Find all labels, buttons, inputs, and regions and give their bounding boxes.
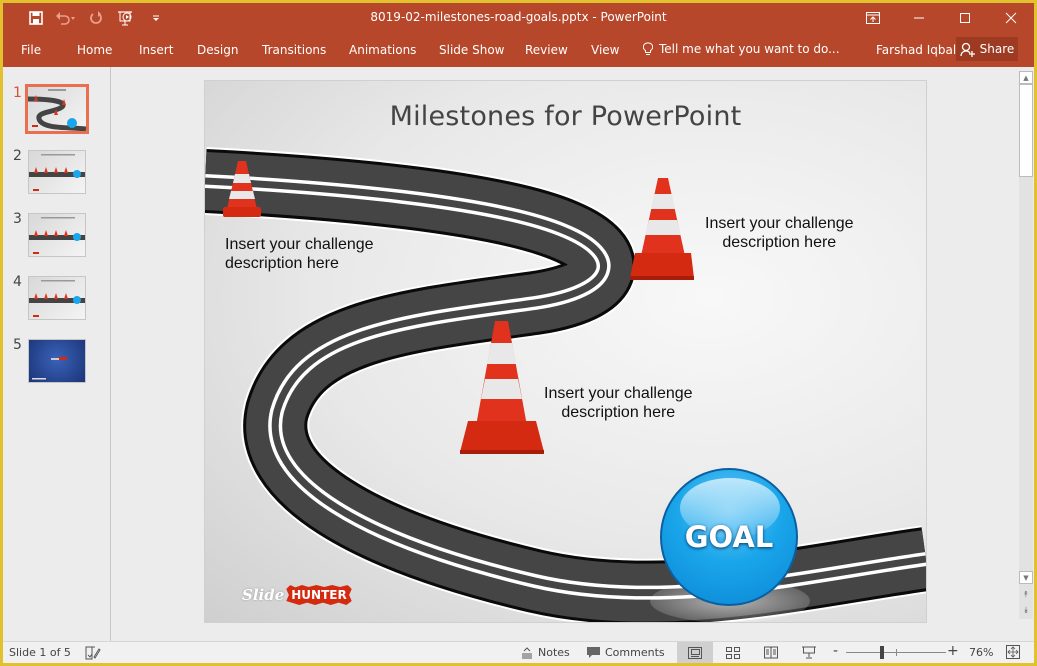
- caption-line: Insert your challenge: [705, 215, 854, 232]
- caption-line: description here: [225, 255, 339, 272]
- slide-editing-area: Milestones for PowerPoint Insert your ch…: [112, 67, 1017, 641]
- slide-thumbnails-pane: 1 2 3 4 5: [3, 67, 111, 641]
- caption-line: description here: [561, 404, 676, 421]
- ribbon-display-options-icon: [866, 12, 880, 24]
- previous-slide-button[interactable]: ⯭: [1019, 588, 1033, 602]
- close-icon: [1005, 12, 1017, 24]
- reading-view-icon: [764, 646, 778, 659]
- thumbnail-number: 4: [13, 274, 22, 290]
- tab-transitions[interactable]: Transitions: [262, 43, 326, 57]
- logo-slide-text: Slide: [242, 586, 285, 604]
- notes-button[interactable]: Notes: [521, 646, 570, 659]
- ribbon-tabs: File Home Insert Design Transitions Anim…: [3, 33, 1034, 67]
- zoom-slider-center-tick: [896, 649, 897, 656]
- comments-label: Comments: [605, 646, 665, 659]
- tab-animations[interactable]: Animations: [349, 43, 416, 57]
- powerpoint-window: 8019-02-milestones-road-goals.pptx - Pow…: [3, 3, 1034, 663]
- traffic-cone-2: [630, 178, 694, 280]
- tab-home[interactable]: Home: [77, 43, 112, 57]
- caption-line: description here: [722, 234, 837, 251]
- tab-view[interactable]: View: [591, 43, 619, 57]
- normal-view-button[interactable]: [677, 642, 713, 663]
- goal-label: GOAL: [684, 520, 774, 554]
- maximize-icon: [960, 13, 970, 23]
- thumbnail-image: [28, 213, 86, 257]
- lightbulb-icon: [643, 42, 653, 55]
- close-button[interactable]: [988, 3, 1034, 33]
- vertical-scrollbar[interactable]: ▲ ▼ ⯭ ⯯: [1019, 71, 1033, 619]
- ribbon-display-options-button[interactable]: [850, 3, 896, 33]
- thumbnail-number: 2: [13, 148, 22, 164]
- zoom-in-button[interactable]: +: [947, 643, 959, 659]
- spell-check-icon: [85, 646, 101, 660]
- challenge-caption-2[interactable]: Insert your challenge description here: [705, 214, 854, 252]
- thumbnail-number: 1: [13, 85, 22, 101]
- notes-label: Notes: [538, 646, 570, 659]
- window-controls: [850, 3, 1034, 33]
- tab-insert[interactable]: Insert: [139, 43, 173, 57]
- notes-icon: [522, 646, 532, 658]
- thumbnail-image: [28, 276, 86, 320]
- comments-button[interactable]: Comments: [587, 646, 665, 659]
- spell-check-button[interactable]: [85, 646, 101, 660]
- tab-file[interactable]: File: [21, 43, 41, 57]
- slide-indicator: Slide 1 of 5: [9, 646, 71, 659]
- thumbnail-number: 5: [13, 337, 22, 353]
- tab-slide-show[interactable]: Slide Show: [439, 43, 504, 57]
- zoom-level[interactable]: 76%: [969, 646, 993, 659]
- thumbnail-image: [25, 84, 89, 134]
- normal-view-icon: [688, 646, 702, 659]
- scroll-up-button[interactable]: ▲: [1019, 71, 1033, 84]
- share-person-icon: [960, 42, 975, 57]
- fit-slide-button[interactable]: [1006, 645, 1020, 659]
- zoom-slider-thumb[interactable]: [880, 646, 884, 659]
- slide-thumbnail-5[interactable]: 5: [3, 337, 103, 387]
- slide-thumbnail-3[interactable]: 3: [3, 211, 103, 261]
- challenge-caption-3[interactable]: Insert your challenge description here: [544, 384, 693, 422]
- logo-hunter-text: HUNTER: [286, 585, 352, 605]
- scroll-down-button[interactable]: ▼: [1019, 571, 1033, 584]
- caption-line: Insert your challenge: [225, 236, 374, 253]
- tell-me-box[interactable]: Tell me what you want to do...: [643, 42, 840, 56]
- fit-to-window-icon: [1006, 645, 1020, 659]
- maximize-button[interactable]: [942, 3, 988, 33]
- challenge-caption-1[interactable]: Insert your challenge description here: [225, 235, 374, 273]
- thumbnail-number: 3: [13, 211, 22, 227]
- tab-review[interactable]: Review: [525, 43, 568, 57]
- minimize-icon: [914, 17, 924, 19]
- title-bar: 8019-02-milestones-road-goals.pptx - Pow…: [3, 3, 1034, 33]
- caption-line: Insert your challenge: [544, 385, 693, 402]
- slide-sorter-button[interactable]: [715, 642, 751, 663]
- user-name[interactable]: Farshad Iqbal: [876, 43, 956, 57]
- slide-1[interactable]: Milestones for PowerPoint Insert your ch…: [205, 81, 926, 622]
- winding-road: [205, 147, 926, 622]
- slide-show-view-button[interactable]: [791, 642, 827, 663]
- slide-thumbnail-2[interactable]: 2: [3, 148, 103, 198]
- slide-show-icon: [802, 646, 816, 659]
- status-bar: Slide 1 of 5 Notes Comments - + 76%: [3, 641, 1034, 663]
- tell-me-text: Tell me what you want to do...: [659, 42, 840, 56]
- slidehunter-logo: Slide HUNTER: [242, 585, 352, 605]
- share-button[interactable]: Share: [956, 37, 1018, 61]
- minimize-button[interactable]: [896, 3, 942, 33]
- reading-view-button[interactable]: [753, 642, 789, 663]
- slide-sorter-icon: [726, 646, 740, 659]
- next-slide-button[interactable]: ⯯: [1019, 604, 1033, 618]
- goal-badge[interactable]: GOAL: [660, 468, 798, 606]
- comments-icon: [587, 646, 600, 658]
- slide-thumbnail-4[interactable]: 4: [3, 274, 103, 324]
- share-label: Share: [979, 42, 1015, 56]
- zoom-out-button[interactable]: -: [833, 643, 838, 659]
- slide-thumbnail-1[interactable]: 1: [3, 84, 103, 135]
- tab-design[interactable]: Design: [197, 43, 238, 57]
- thumbnail-image: [28, 339, 86, 383]
- scroll-thumb[interactable]: [1019, 84, 1033, 177]
- thumbnail-image: [28, 150, 86, 194]
